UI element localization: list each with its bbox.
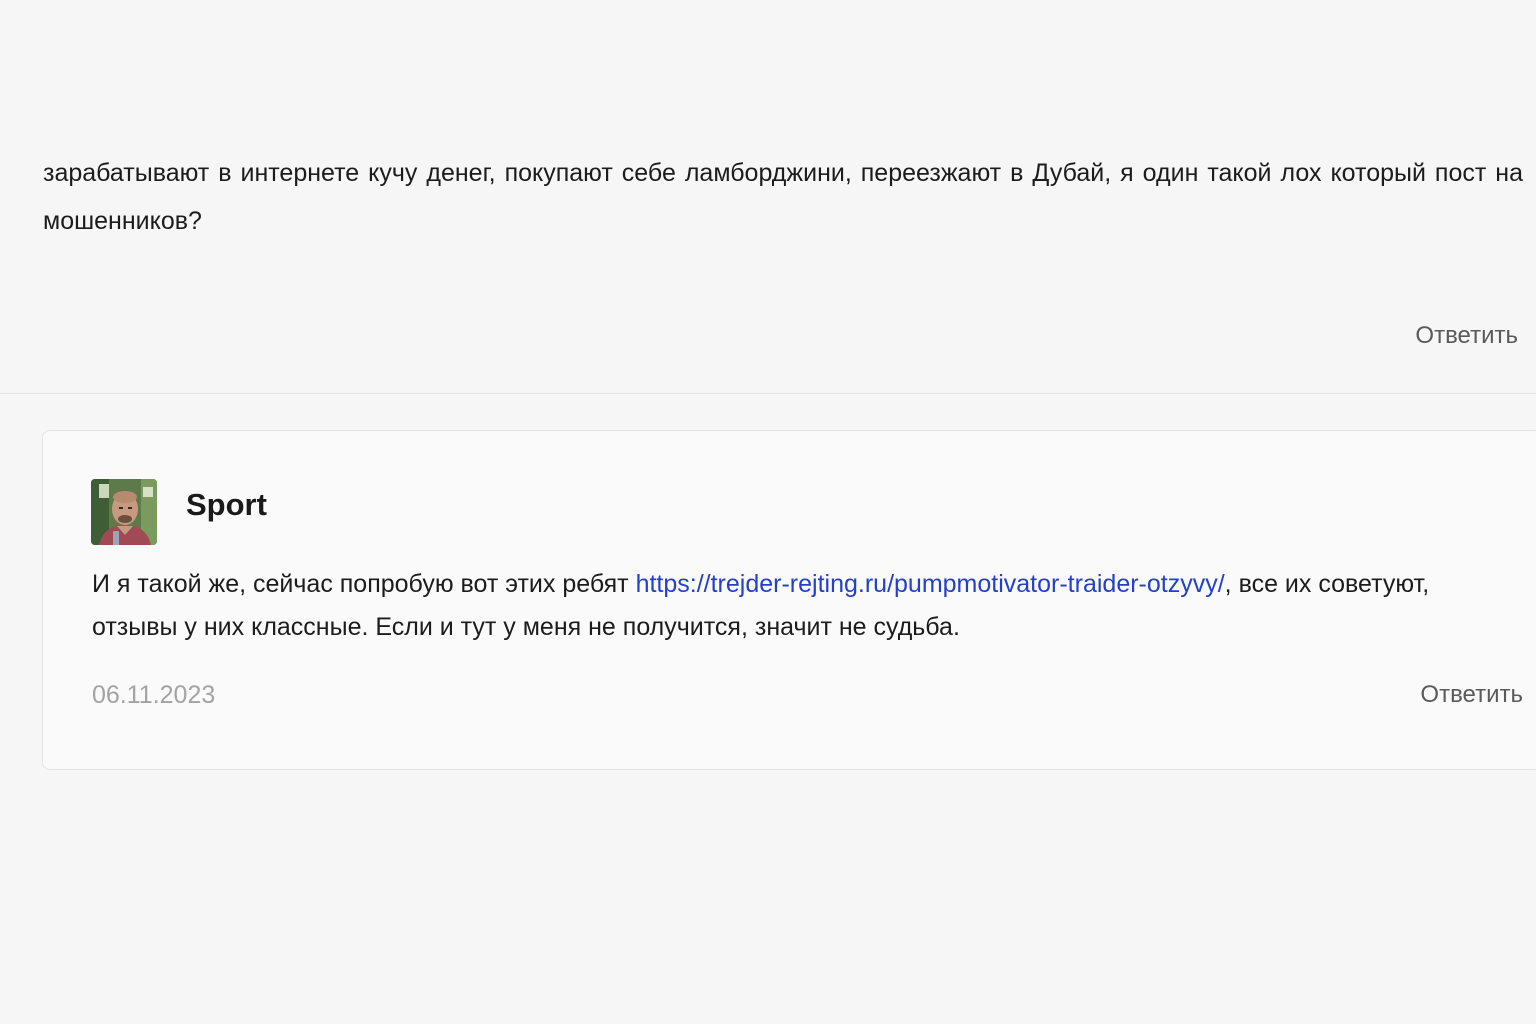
comment-text-before-link: И я такой же, сейчас попробую вот этих р… <box>92 570 636 598</box>
avatar-photo-icon <box>91 479 157 545</box>
comment-link[interactable]: https://trejder-rejting.ru/pumpmotivator… <box>636 570 1225 598</box>
comment-author: Sport <box>186 487 267 522</box>
reply-button[interactable]: Ответить <box>1420 681 1523 709</box>
comment-previous: зарабатывают в интернете кучу денег, пок… <box>0 0 1536 394</box>
comment-reply-card: Sport И я такой же, сейчас попробую вот … <box>42 430 1536 770</box>
comment-text: зарабатывают в интернете кучу денег, пок… <box>43 159 1523 235</box>
comment-date: 06.11.2023 <box>92 681 216 709</box>
comments-page: зарабатывают в интернете кучу денег, пок… <box>0 0 1536 1024</box>
reply-button[interactable]: Ответить <box>1415 322 1518 350</box>
avatar[interactable] <box>91 479 157 545</box>
comment-text: И я такой же, сейчас попробую вот этих р… <box>92 563 1482 649</box>
